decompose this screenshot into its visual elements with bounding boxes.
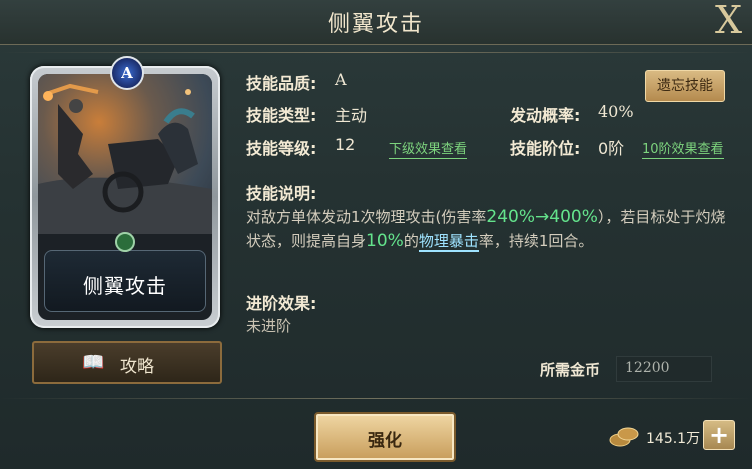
gold-cost-label: 所需金币 <box>540 361 601 379</box>
book-icon: 📖 <box>82 352 105 373</box>
divider <box>0 398 752 399</box>
desc-part3: 的 <box>403 232 419 250</box>
quality-label: 技能品质: <box>246 74 317 93</box>
chariot-illustration <box>38 83 212 234</box>
card-artwork <box>38 74 212 234</box>
description-label: 技能说明: <box>246 184 317 203</box>
advance-label: 进阶效果: <box>246 294 317 313</box>
description-text: 对敌方单体发动1次物理攻击(伤害率240%→400%），若目标处于灼烧状态，则提… <box>246 205 726 253</box>
chance-label: 发动概率: <box>510 106 581 125</box>
emblem-icon <box>115 232 135 252</box>
next-level-link[interactable]: 下级效果查看 <box>389 138 468 159</box>
enhance-label: 强化 <box>368 431 402 451</box>
desc-part4: 率，持续1回合。 <box>478 232 594 250</box>
divider <box>0 52 752 53</box>
type-label: 技能类型: <box>246 106 317 125</box>
type-value: 主动 <box>335 106 368 125</box>
gold-cost-value: 12200 <box>625 360 670 376</box>
chance-value: 40% <box>598 102 634 121</box>
grade-badge: A <box>110 56 144 90</box>
add-coin-button[interactable]: + <box>703 420 735 450</box>
title-bar: 侧翼攻击 X <box>0 0 752 45</box>
tier-value: 0阶 <box>598 139 625 158</box>
tier-label: 技能阶位: <box>510 139 581 158</box>
card-name: 侧翼攻击 <box>83 274 167 298</box>
coin-icon <box>609 427 639 447</box>
strategy-button[interactable]: 📖 攻略 <box>32 341 222 384</box>
page-title: 侧翼攻击 <box>327 12 424 37</box>
quality-value: A <box>335 70 347 89</box>
keyword-link[interactable]: 物理暴击 <box>418 232 479 252</box>
enhance-button[interactable]: 强化 <box>314 412 456 462</box>
gold-cost-box: 12200 <box>616 356 712 382</box>
strategy-label: 攻略 <box>120 357 154 377</box>
tier10-link[interactable]: 10阶效果查看 <box>642 138 724 159</box>
skill-card: 侧翼攻击 A <box>30 56 220 328</box>
boost-value: 10% <box>366 231 404 251</box>
coin-amount: 145.1万 <box>646 431 701 447</box>
desc-part1: 对敌方单体发动1次物理攻击(伤害率 <box>246 208 487 226</box>
close-button[interactable]: X <box>715 0 742 42</box>
damage-range: 240%→400% <box>486 207 598 227</box>
card-inner: 侧翼攻击 <box>38 74 212 320</box>
level-value: 12 <box>335 135 356 154</box>
advance-value: 未进阶 <box>246 317 292 335</box>
forget-skill-button[interactable]: 遗忘技能 <box>645 70 725 102</box>
level-label: 技能等级: <box>246 139 317 158</box>
